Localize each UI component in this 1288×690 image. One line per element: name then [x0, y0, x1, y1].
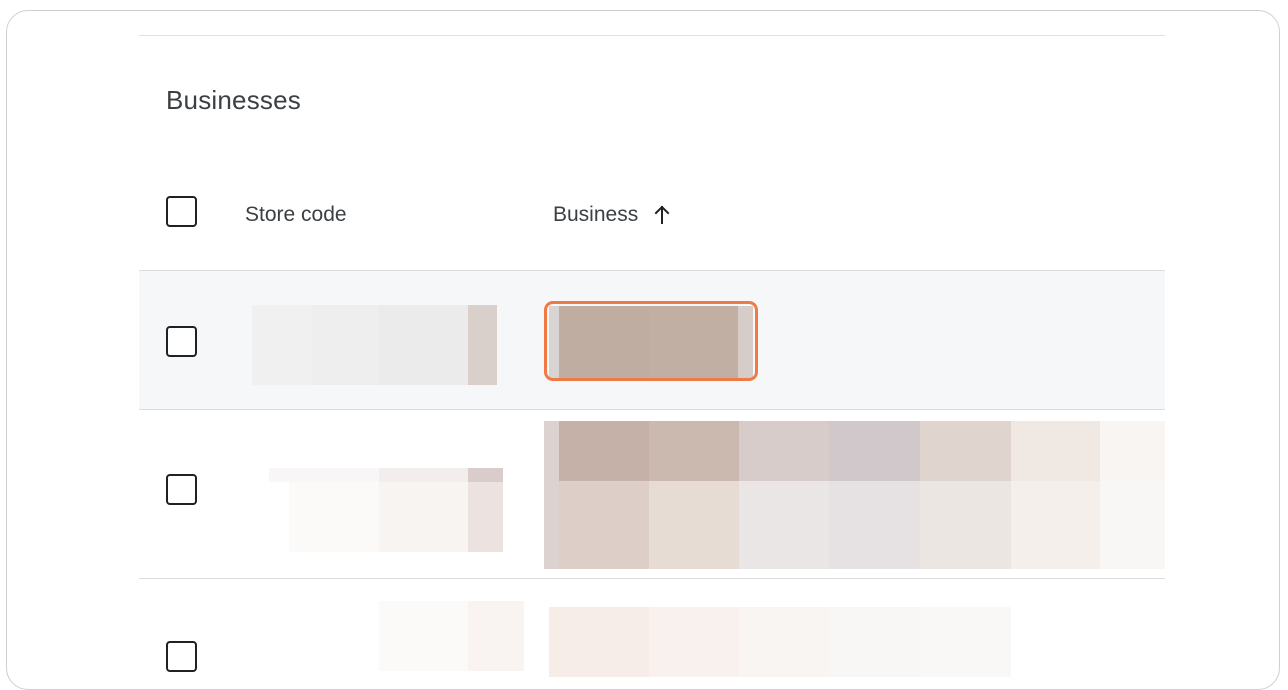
row-checkbox[interactable]	[166, 474, 197, 505]
table-row[interactable]	[139, 270, 1165, 409]
card-frame: Businesses Store code Business	[6, 10, 1280, 690]
row-checkbox[interactable]	[166, 326, 197, 357]
section-title: Businesses	[166, 85, 301, 115]
top-divider	[139, 35, 1165, 36]
sort-ascending-icon[interactable]	[654, 204, 670, 224]
column-header-store-code-label: Store code	[245, 203, 347, 226]
business-cell-highlight	[544, 301, 758, 381]
column-header-business-label: Business	[553, 203, 639, 226]
businesses-panel: Businesses Store code Business	[139, 11, 1165, 689]
column-header-store-code[interactable]: Store code	[245, 203, 347, 227]
select-all-checkbox[interactable]	[166, 196, 197, 227]
table-row[interactable]	[139, 409, 1165, 578]
column-header-business[interactable]: Business	[553, 203, 670, 227]
table-row[interactable]	[139, 578, 1165, 689]
table-header: Store code Business	[139, 165, 1165, 271]
row-checkbox[interactable]	[166, 641, 197, 672]
